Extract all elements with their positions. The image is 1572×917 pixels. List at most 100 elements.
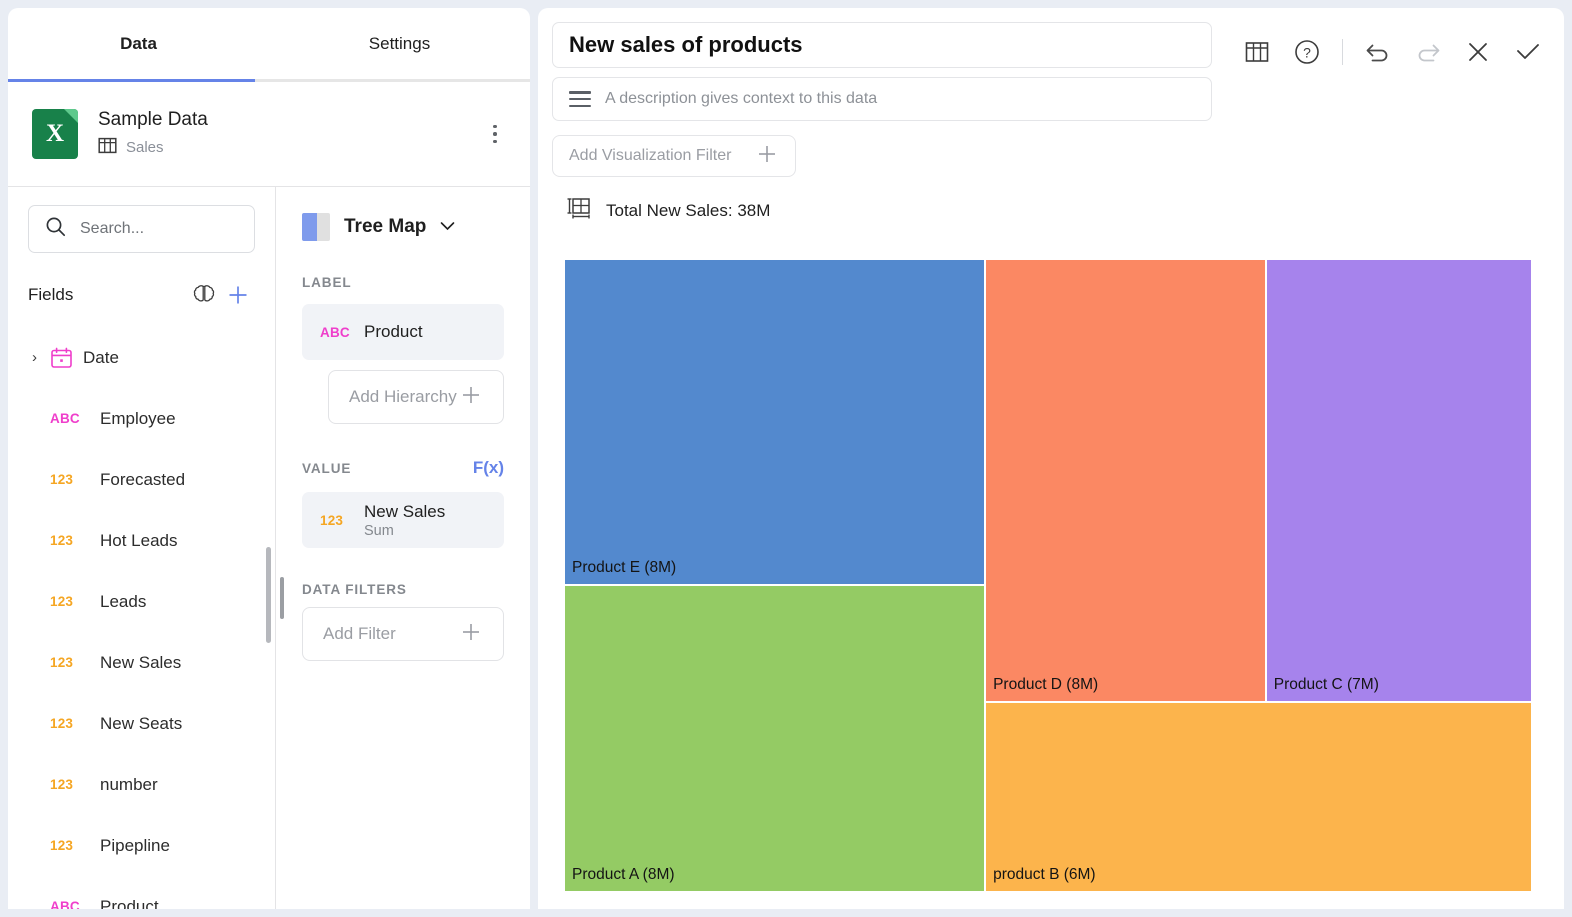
panel-split: Search... Fields › Date ABC Employee 123… (8, 186, 530, 909)
brain-icon[interactable] (187, 278, 221, 312)
data-filters-section-header: DATA FILTERS (302, 582, 504, 597)
redo-button[interactable] (1406, 30, 1450, 74)
visualization-type-label: Tree Map (344, 216, 427, 237)
field-row-employee[interactable]: ABC Employee (8, 388, 275, 449)
field-row-leads[interactable]: 123 Leads (8, 571, 275, 632)
chart-description-placeholder: A description gives context to this data (605, 90, 878, 107)
field-type-icon-123: 123 (320, 512, 344, 528)
search-placeholder: Search... (80, 220, 145, 237)
total-summary-row: Total New Sales: 38M (566, 195, 1564, 227)
add-field-plus-icon[interactable] (221, 278, 255, 312)
fields-scrollbar[interactable] (266, 547, 271, 643)
field-label: Product (100, 896, 159, 910)
data-source-table-name: Sales (126, 139, 164, 156)
kebab-menu-icon[interactable] (482, 119, 508, 149)
field-row-number[interactable]: 123 number (8, 754, 275, 815)
field-row-date[interactable]: › Date (8, 327, 275, 388)
title-description-group: New sales of products A description give… (552, 22, 1212, 121)
question-circle-icon: ? (1295, 40, 1319, 64)
value-field-chip[interactable]: 123 New Sales Sum (302, 492, 504, 548)
right-panel: New sales of products A description give… (538, 8, 1564, 909)
add-visualization-filter-button[interactable]: Add Visualization Filter (552, 135, 796, 177)
visualization-type-selector[interactable]: Tree Map (302, 213, 530, 241)
checkmark-icon (1517, 44, 1539, 59)
chevron-down-icon[interactable] (440, 218, 455, 236)
plus-icon (755, 142, 779, 171)
field-label: number (100, 774, 158, 794)
label-field-chip[interactable]: ABC Product (302, 304, 504, 360)
field-row-pipepline[interactable]: 123 Pipepline (8, 815, 275, 876)
panel-tabs: Data Settings (8, 8, 530, 82)
add-filter-button[interactable]: Add Filter (302, 607, 504, 661)
tab-data[interactable]: Data (8, 8, 269, 79)
add-filter-label: Add Filter (323, 624, 396, 643)
data-source-title: Sample Data (98, 108, 208, 130)
data-filters-section-title: DATA FILTERS (302, 582, 407, 597)
field-row-hot-leads[interactable]: 123 Hot Leads (8, 510, 275, 571)
label-chip-name: Product (364, 322, 423, 341)
close-x-icon (1469, 43, 1487, 61)
confirm-button[interactable] (1506, 30, 1550, 74)
treemap-tile[interactable]: Product C (7M) (1265, 259, 1532, 703)
field-type-icon-123: 123 (50, 777, 74, 792)
undo-button[interactable] (1356, 30, 1400, 74)
search-icon (45, 216, 66, 242)
treemap-tile-label: Product C (7M) (1273, 676, 1379, 694)
treemap-tile-label: Product A (8M) (572, 865, 675, 883)
config-column: Tree Map LABEL ABC Product Add Hierarchy… (276, 186, 530, 909)
left-panel: Data Settings X Sample Data Sales Search… (8, 8, 530, 909)
treemap-tile-label: Product E (8M) (572, 558, 677, 576)
value-chip-text: New Sales Sum (364, 502, 445, 539)
add-hierarchy-button[interactable]: Add Hierarchy (328, 370, 504, 424)
data-source-row[interactable]: X Sample Data Sales (8, 82, 530, 186)
field-type-icon-123: 123 (50, 594, 74, 609)
treemap-tile[interactable]: Product D (8M) (985, 259, 1266, 703)
data-source-text: Sample Data Sales (98, 109, 482, 160)
add-hierarchy-label: Add Hierarchy (349, 387, 457, 406)
chart-title-value: New sales of products (569, 32, 803, 57)
fields-title: Fields (28, 285, 74, 304)
config-scrollbar[interactable] (280, 577, 284, 619)
table-icon (98, 136, 117, 160)
plus-icon (459, 620, 483, 649)
close-button[interactable] (1456, 30, 1500, 74)
field-type-icon-123: 123 (50, 716, 74, 731)
add-visualization-filter-label: Add Visualization Filter (569, 147, 732, 164)
treemap-tile[interactable]: product B (6M) (985, 702, 1532, 892)
tab-settings[interactable]: Settings (269, 8, 530, 79)
treemap-swatch-icon (302, 213, 330, 241)
field-row-new-seats[interactable]: 123 New Seats (8, 693, 275, 754)
excel-icon-letter: X (45, 120, 65, 147)
field-type-icon-abc: ABC (320, 324, 350, 340)
field-row-product[interactable]: ABC Product (8, 876, 275, 910)
treemap-chart: Product E (8M) Product A (8M) Product D (8… (564, 259, 1532, 892)
field-type-icon-abc: ABC (50, 899, 80, 909)
value-chip-name: New Sales (364, 501, 446, 521)
value-section-title: VALUE (302, 460, 352, 476)
treemap-tile-label: product B (6M) (993, 865, 1096, 883)
chart-title-input[interactable]: New sales of products (552, 22, 1212, 68)
field-type-icon-123: 123 (50, 655, 74, 670)
editor-toolbar: ? (1235, 22, 1550, 74)
treemap-tile[interactable]: Product A (8M) (564, 584, 986, 892)
redo-arrow-icon (1418, 44, 1440, 62)
help-button[interactable]: ? (1285, 30, 1329, 74)
chart-description-input[interactable]: A description gives context to this data (552, 77, 1212, 121)
field-type-icon-abc: ABC (50, 411, 80, 426)
field-type-icon-123: 123 (50, 472, 74, 487)
field-label: New Sales (100, 652, 182, 672)
field-row-forecasted[interactable]: 123 Forecasted (8, 449, 275, 510)
value-chip-aggregation: Sum (364, 522, 394, 539)
formula-fx-button[interactable]: F(x) (473, 458, 504, 478)
treemap-tile[interactable]: Product E (8M) (564, 259, 986, 585)
fields-list: › Date ABC Employee 123 Forecasted 123 H… (8, 327, 275, 909)
fields-column: Search... Fields › Date ABC Employee 123… (8, 186, 276, 909)
chevron-right-icon[interactable]: › (32, 350, 50, 365)
label-chip-text: Product (364, 322, 423, 342)
field-label: Date (83, 347, 119, 367)
search-input[interactable]: Search... (28, 205, 255, 253)
fields-header: Fields (28, 277, 255, 313)
table-view-button[interactable] (1235, 30, 1279, 74)
field-row-new-sales[interactable]: 123 New Sales (8, 632, 275, 693)
label-section-header: LABEL (302, 275, 504, 290)
